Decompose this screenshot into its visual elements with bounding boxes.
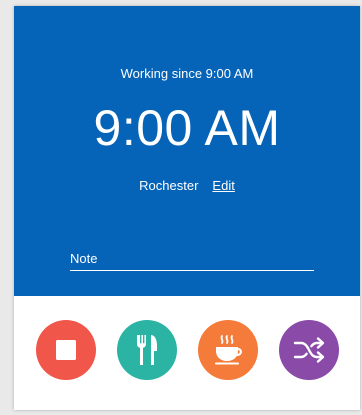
meal-break-button[interactable] <box>117 320 177 380</box>
shuffle-icon <box>293 337 325 363</box>
fork-knife-icon <box>137 335 157 365</box>
note-input[interactable] <box>70 248 314 268</box>
location-row: Rochester Edit <box>14 178 360 193</box>
edit-location-link[interactable]: Edit <box>212 178 234 193</box>
stop-button[interactable] <box>36 320 96 380</box>
coffee-cup-icon <box>215 335 242 365</box>
timeclock-card: Working since 9:00 AM 9:00 AM Rochester E… <box>14 6 360 410</box>
stop-icon <box>56 340 76 360</box>
coffee-break-button[interactable] <box>198 320 258 380</box>
switch-button[interactable] <box>279 320 339 380</box>
note-field <box>70 248 314 271</box>
working-since-label: Working since 9:00 AM <box>120 66 254 81</box>
location-label: Rochester <box>139 178 199 193</box>
status-panel: Working since 9:00 AM 9:00 AM Rochester E… <box>14 6 360 296</box>
current-time-display: 9:00 AM <box>93 100 281 156</box>
action-bar <box>14 296 360 410</box>
